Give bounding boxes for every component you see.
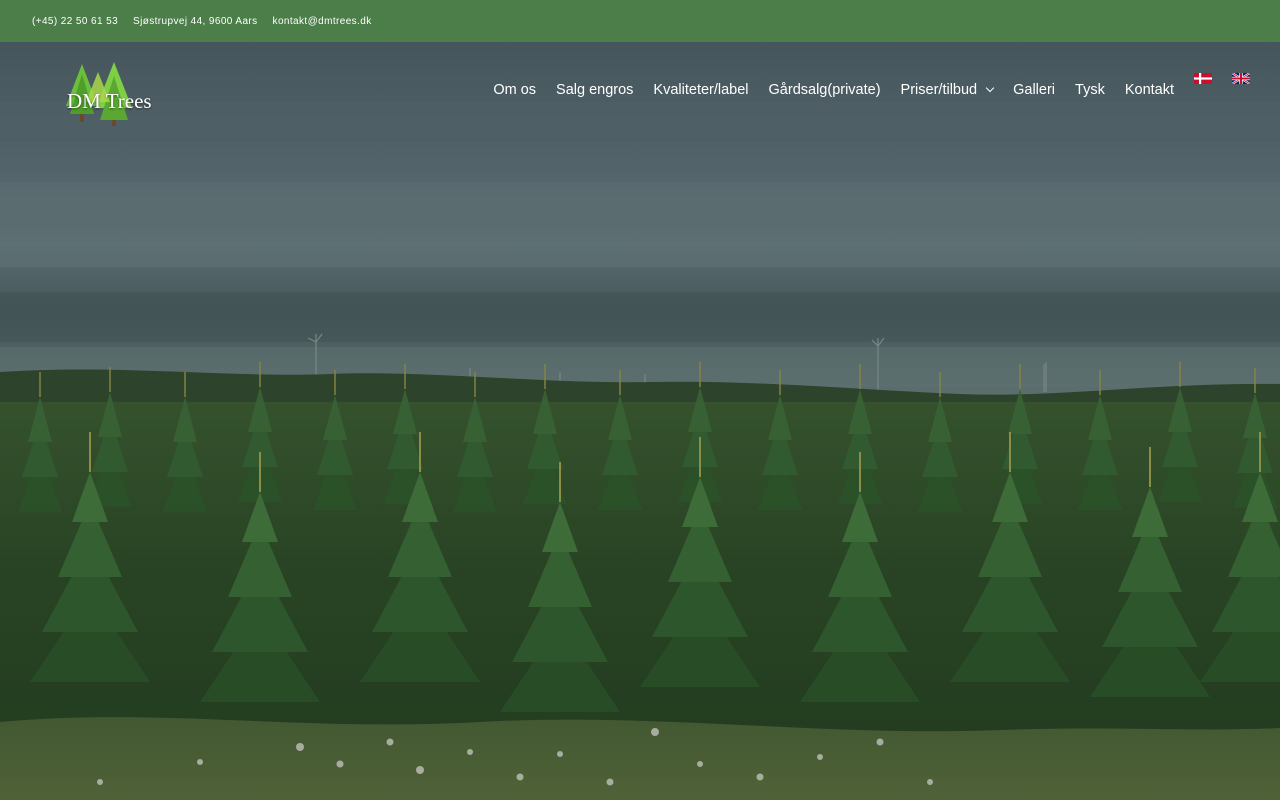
nav-item-label: Priser/tilbud <box>900 82 978 98</box>
danish-flag-icon[interactable] <box>1194 73 1212 84</box>
main-nav: Om os Salg engros Kvaliteter/label Gårds… <box>473 82 1174 98</box>
nav-item-label: Galleri <box>1013 82 1056 98</box>
logo-text: DM Trees <box>67 89 152 113</box>
nav-item-gardsalg-private[interactable]: Gårdsalg(private) <box>769 82 881 98</box>
nav-item-label: Gårdsalg(private) <box>768 82 881 98</box>
nav-item-label: Kontakt <box>1124 82 1174 98</box>
phone-link[interactable]: (+45) 22 50 61 53 <box>32 16 118 27</box>
nav-item-kontakt[interactable]: Kontakt <box>1125 82 1174 98</box>
nav-item-galleri[interactable]: Galleri <box>1013 82 1055 98</box>
nav-item-label: Salg engros <box>556 82 634 98</box>
top-contact-bar: (+45) 22 50 61 53 Sjøstrupvej 44, 9600 A… <box>0 0 1280 42</box>
hero-landscape-illustration <box>0 42 1280 800</box>
logo[interactable]: DM Trees <box>58 62 158 126</box>
nav-item-salg-engros[interactable]: Salg engros <box>556 82 633 98</box>
nav-item-label: Om os <box>493 82 537 98</box>
language-switcher <box>1194 73 1270 84</box>
email-link[interactable]: kontakt@dmtrees.dk <box>273 16 372 27</box>
page: (+45) 22 50 61 53 Sjøstrupvej 44, 9600 A… <box>0 0 1280 800</box>
nav-item-tysk[interactable]: Tysk <box>1075 82 1105 98</box>
site-header: DM Trees Om os Salg engros Kvaliteter/la… <box>0 42 1280 142</box>
hero-image <box>0 42 1280 800</box>
nav-item-label: Tysk <box>1075 82 1105 98</box>
nav-item-kvaliteter-label[interactable]: Kvaliteter/label <box>653 82 748 98</box>
address-text: Sjøstrupvej 44, 9600 Aars <box>133 15 258 27</box>
nav-item-om-os[interactable]: Om os <box>493 82 536 98</box>
nav-item-priser-tilbud[interactable]: Priser/tilbud <box>900 82 995 98</box>
chevron-down-icon <box>985 83 995 92</box>
nav-item-label: Kvaliteter/label <box>653 82 749 98</box>
uk-flag-icon[interactable] <box>1232 73 1250 84</box>
